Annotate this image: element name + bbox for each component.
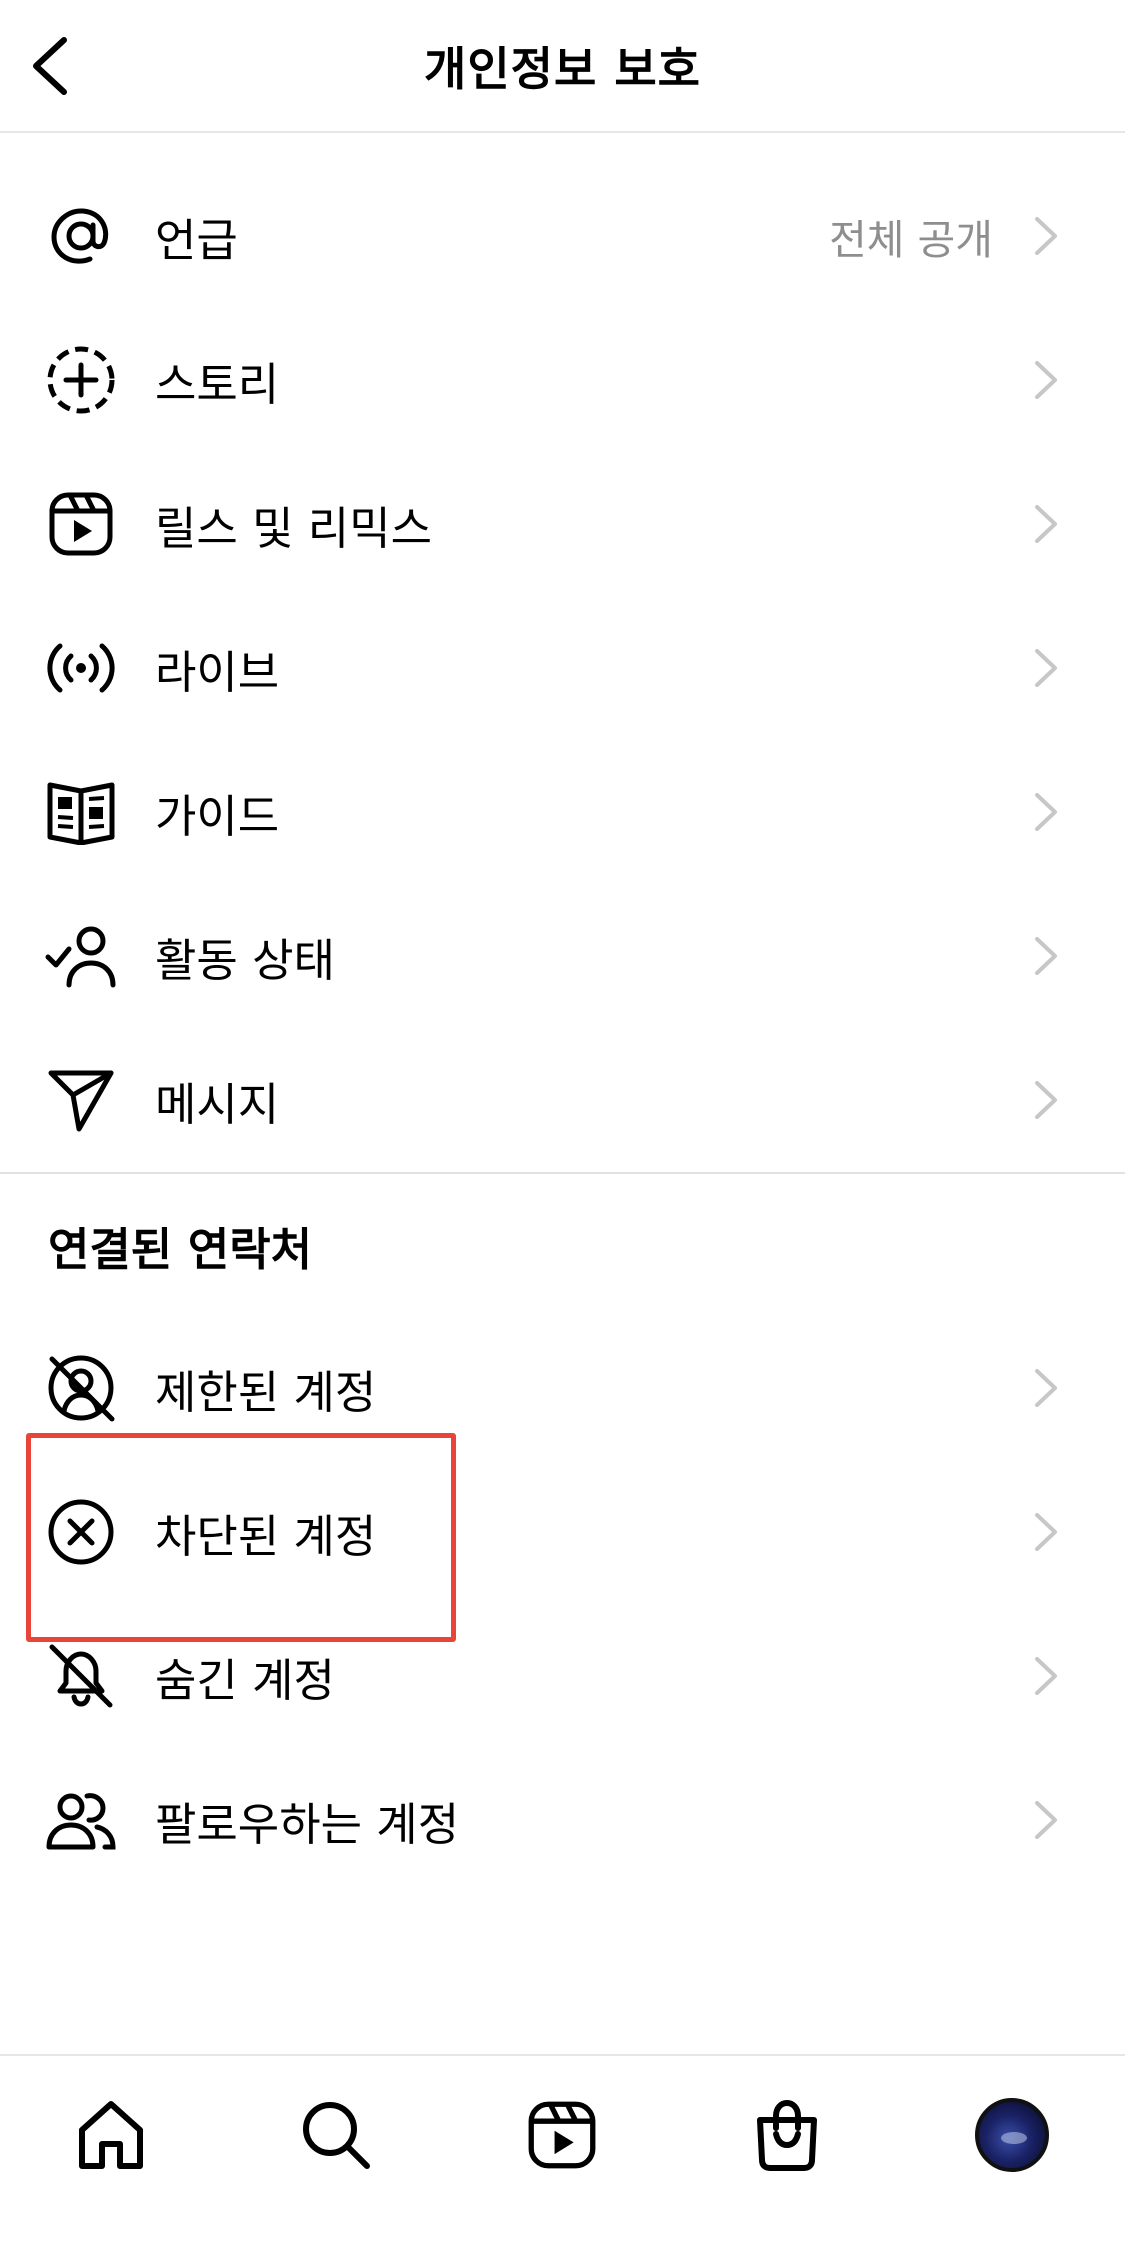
chevron-right-icon bbox=[1035, 1657, 1057, 1695]
reels-icon bbox=[528, 2101, 596, 2169]
settings-item-reels[interactable]: 릴스 및 리믹스 bbox=[0, 452, 1125, 596]
tab-search[interactable] bbox=[291, 2090, 381, 2180]
settings-item-label: 활동 상태 bbox=[155, 933, 335, 987]
page-title: 개인정보 보호 bbox=[424, 41, 701, 96]
restricted-icon bbox=[45, 1352, 117, 1424]
chevron-right-icon bbox=[1035, 793, 1057, 831]
settings-item-following-accounts[interactable]: 팔로우하는 계정 bbox=[0, 1748, 1125, 1892]
chevron-right-icon bbox=[1035, 937, 1057, 975]
settings-item-label: 릴스 및 리믹스 bbox=[155, 501, 433, 555]
settings-item-label: 팔로우하는 계정 bbox=[155, 1797, 460, 1851]
top-bar: 개인정보 보호 bbox=[0, 0, 1125, 133]
tab-profile[interactable] bbox=[967, 2090, 1057, 2180]
privacy-settings-screen: 개인정보 보호 언급 전체 공개 스토리 릴스 및 리믹스 라이브 가이드 활동… bbox=[0, 0, 1125, 2251]
settings-item-label: 가이드 bbox=[155, 789, 280, 843]
settings-item-activity-status[interactable]: 활동 상태 bbox=[0, 884, 1125, 1028]
highlight-box bbox=[26, 1433, 456, 1642]
shop-icon bbox=[757, 2099, 817, 2171]
settings-item-label: 언급 bbox=[155, 213, 238, 267]
settings-item-value: 전체 공개 bbox=[829, 216, 993, 264]
settings-item-mentions[interactable]: 언급 전체 공개 bbox=[0, 164, 1125, 308]
chevron-right-icon bbox=[1035, 505, 1057, 543]
settings-item-guides[interactable]: 가이드 bbox=[0, 740, 1125, 884]
tab-home[interactable] bbox=[66, 2090, 156, 2180]
settings-item-messages[interactable]: 메시지 bbox=[0, 1028, 1125, 1172]
settings-item-label: 스토리 bbox=[155, 357, 280, 411]
section-divider bbox=[0, 1172, 1125, 1174]
live-broadcast-icon bbox=[45, 632, 117, 704]
chevron-left-icon bbox=[33, 37, 67, 95]
chevron-right-icon bbox=[1035, 361, 1057, 399]
home-icon bbox=[79, 2101, 143, 2169]
settings-item-live[interactable]: 라이브 bbox=[0, 596, 1125, 740]
send-icon bbox=[45, 1064, 117, 1136]
section-title-connections: 연결된 연락처 bbox=[48, 1222, 313, 1276]
reels-icon bbox=[45, 488, 117, 560]
profile-avatar bbox=[975, 2098, 1049, 2172]
chevron-right-icon bbox=[1035, 649, 1057, 687]
following-people-icon bbox=[45, 1784, 117, 1856]
tab-shop[interactable] bbox=[742, 2090, 832, 2180]
guide-book-icon bbox=[45, 776, 117, 848]
muted-bell-icon bbox=[45, 1640, 117, 1712]
settings-item-label: 라이브 bbox=[155, 645, 280, 699]
chevron-right-icon bbox=[1035, 1801, 1057, 1839]
chevron-right-icon bbox=[1035, 217, 1057, 255]
at-icon bbox=[45, 200, 117, 272]
chevron-right-icon bbox=[1035, 1369, 1057, 1407]
settings-item-story[interactable]: 스토리 bbox=[0, 308, 1125, 452]
back-button[interactable] bbox=[14, 24, 86, 108]
settings-item-label: 메시지 bbox=[155, 1077, 280, 1131]
search-icon bbox=[303, 2102, 370, 2169]
bottom-tab-bar bbox=[0, 2054, 1125, 2251]
activity-status-icon bbox=[45, 920, 117, 992]
tab-reels[interactable] bbox=[517, 2090, 607, 2180]
chevron-right-icon bbox=[1035, 1513, 1057, 1551]
chevron-right-icon bbox=[1035, 1081, 1057, 1119]
story-add-icon bbox=[45, 344, 117, 416]
